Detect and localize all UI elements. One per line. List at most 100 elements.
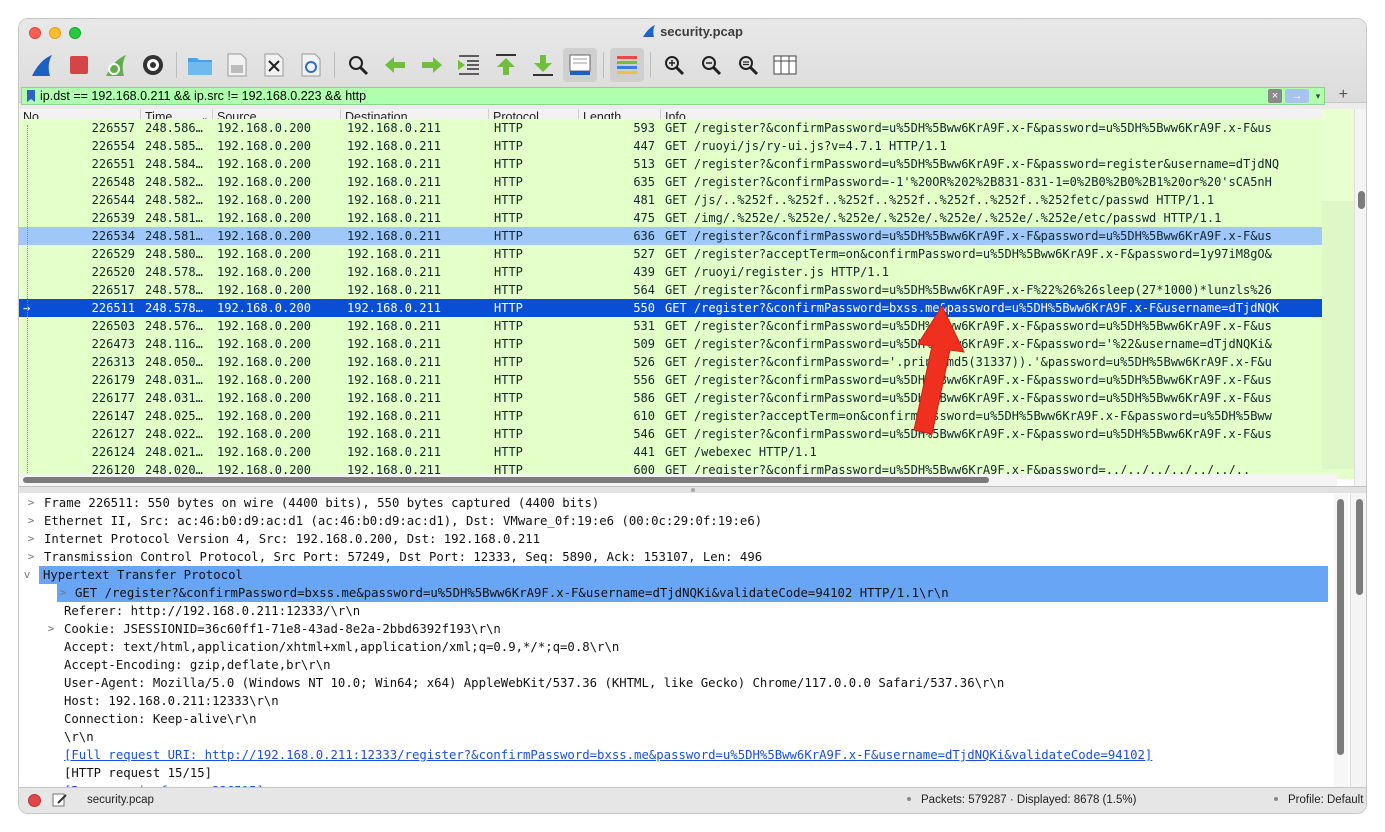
capture-options-button[interactable] xyxy=(136,48,170,82)
collapsed-chevron-right-icon[interactable]: > xyxy=(25,494,37,512)
packet-row[interactable]: 226544 248.582… 192.168.0.200 192.168.0.211… xyxy=(19,191,1366,209)
packet-row[interactable]: 226179 248.031… 192.168.0.200 192.168.0.211… xyxy=(19,371,1366,389)
packet-cell-no: 226511 xyxy=(91,301,135,315)
detail-line[interactable]: > Internet Protocol Version 4, Src: 192.1… xyxy=(19,530,1366,548)
collapsed-chevron-right-icon[interactable]: > xyxy=(25,548,37,566)
resize-columns-icon xyxy=(773,55,797,75)
details-vertical-scrollbar[interactable] xyxy=(1334,493,1348,789)
detail-line[interactable]: User-Agent: Mozilla/5.0 (Windows NT 10.0… xyxy=(19,674,1366,692)
open-file-button[interactable] xyxy=(183,48,217,82)
autoscroll-button[interactable] xyxy=(563,48,597,82)
main-toolbar xyxy=(25,47,805,83)
detail-line[interactable]: > Frame 226511: 550 bytes on wire (4400 b… xyxy=(19,494,1366,512)
go-last-button[interactable] xyxy=(526,48,560,82)
packet-row[interactable]: 226473 248.116… 192.168.0.200 192.168.0.211… xyxy=(19,335,1366,353)
zoom-in-button[interactable] xyxy=(657,48,691,82)
packet-cell-dst: 192.168.0.211 xyxy=(347,445,441,459)
expanded-chevron-down-icon[interactable]: v xyxy=(21,566,33,584)
packet-row[interactable]: 226313 248.050… 192.168.0.200 192.168.0.211… xyxy=(19,353,1366,371)
bookmark-icon[interactable] xyxy=(26,89,36,103)
clear-filter-icon[interactable]: × xyxy=(1268,89,1282,103)
detail-line[interactable]: Accept-Encoding: gzip,deflate,br\r\n xyxy=(19,656,1366,674)
detail-line[interactable]: Accept: text/html,application/xhtml+xml,… xyxy=(19,638,1366,656)
packet-row[interactable]: 226551 248.584… 192.168.0.200 192.168.0.211… xyxy=(19,155,1366,173)
detail-line-text: Hypertext Transfer Protocol xyxy=(43,568,243,582)
add-filter-button-plus-icon[interactable]: + xyxy=(1339,86,1348,104)
zoom-reset-button[interactable] xyxy=(731,48,765,82)
packet-row[interactable]: 226124 248.021… 192.168.0.200 192.168.0.211… xyxy=(19,443,1366,461)
go-first-button[interactable] xyxy=(489,48,523,82)
toolbar-separator xyxy=(176,52,177,78)
packet-cell-len: 635 xyxy=(633,175,655,189)
display-filter-input[interactable] xyxy=(40,88,1268,104)
start-capture-button[interactable] xyxy=(25,48,59,82)
packet-row[interactable]: 226517 248.578… 192.168.0.200 192.168.0.211… xyxy=(19,281,1366,299)
packet-cell-info: GET /register?&confirmPassword=u%5DH%5Bw… xyxy=(665,121,1272,135)
collapsed-chevron-right-icon[interactable]: > xyxy=(45,620,57,638)
packet-row[interactable]: 226554 248.585… 192.168.0.200 192.168.0.211… xyxy=(19,137,1366,155)
detail-line[interactable]: > Ethernet II, Src: ac:46:b0:d9:ac:d1 (ac… xyxy=(19,512,1366,530)
packet-row[interactable]: 226539 248.581… 192.168.0.200 192.168.0.211… xyxy=(19,209,1366,227)
zoom-in-icon xyxy=(665,56,685,76)
zoom-out-icon xyxy=(702,56,722,76)
packet-cell-len: 526 xyxy=(633,355,655,369)
detail-line-text: Transmission Control Protocol, Src Port:… xyxy=(44,550,763,564)
go-forward-button[interactable] xyxy=(415,48,449,82)
go-back-button[interactable] xyxy=(378,48,412,82)
detail-line[interactable]: > Transmission Control Protocol, Src Port… xyxy=(19,548,1366,566)
go-to-packet-icon xyxy=(458,55,479,75)
collapsed-chevron-right-icon[interactable]: > xyxy=(57,584,69,602)
detail-line[interactable]: Referer: http://192.168.0.211:12333/\r\n xyxy=(19,602,1366,620)
packet-list-vertical-scrollbar[interactable] xyxy=(1354,109,1366,486)
packet-rows: 226557 248.586… 192.168.0.200 192.168.0.211… xyxy=(19,119,1366,479)
edit-comment-icon[interactable] xyxy=(52,792,68,808)
packet-row[interactable]: 226127 248.022… 192.168.0.200 192.168.0.211… xyxy=(19,425,1366,443)
packet-row[interactable]: 226534 248.581… 192.168.0.200 192.168.0.211… xyxy=(19,227,1366,245)
apply-filter-icon[interactable]: → xyxy=(1285,89,1309,103)
restart-capture-icon xyxy=(106,55,126,76)
expert-info-led-icon[interactable] xyxy=(28,794,41,807)
packet-row[interactable]: 226529 248.580… 192.168.0.200 192.168.0.211… xyxy=(19,245,1366,263)
reload-file-button[interactable] xyxy=(294,48,328,82)
close-file-button[interactable] xyxy=(257,48,291,82)
go-to-packet-button[interactable] xyxy=(452,48,486,82)
filter-history-chevron-down-icon[interactable]: ▾ xyxy=(1312,91,1324,102)
restart-capture-button[interactable] xyxy=(99,48,133,82)
detail-line[interactable]: Connection: Keep-alive\r\n xyxy=(19,710,1366,728)
detail-line-text: Accept-Encoding: gzip,deflate,br\r\n xyxy=(64,658,331,672)
packet-row[interactable]: 226177 248.031… 192.168.0.200 192.168.0.211… xyxy=(19,389,1366,407)
detail-line[interactable]: \r\n xyxy=(19,728,1366,746)
colorize-button[interactable] xyxy=(610,48,644,82)
packet-row[interactable]: 226520 248.578… 192.168.0.200 192.168.0.211… xyxy=(19,263,1366,281)
stop-capture-button[interactable] xyxy=(62,48,96,82)
zoom-out-button[interactable] xyxy=(694,48,728,82)
detail-line[interactable]: > Cookie: JSESSIONID=36c60ff1-71e8-43ad-8… xyxy=(19,620,1366,638)
packet-cell-dst: 192.168.0.211 xyxy=(347,355,441,369)
detail-line[interactable]: > GET /register?&confirmPassword=bxss.me&… xyxy=(57,584,1328,602)
detail-line[interactable]: [HTTP request 15/15] xyxy=(19,764,1366,782)
bytes-pane-scrollbar[interactable] xyxy=(1350,493,1366,789)
packet-row[interactable]: 226548 248.582… 192.168.0.200 192.168.0.211… xyxy=(19,173,1366,191)
packet-row[interactable]: 226503 248.576… 192.168.0.200 192.168.0.211… xyxy=(19,317,1366,335)
packet-row[interactable]: 226147 248.025… 192.168.0.200 192.168.0.211… xyxy=(19,407,1366,425)
packet-minimap[interactable] xyxy=(1322,109,1354,469)
detail-line[interactable]: [Full request URI: http://192.168.0.211:… xyxy=(19,746,1366,764)
collapsed-chevron-right-icon[interactable]: > xyxy=(25,530,37,548)
packet-row[interactable]: 226557 248.586… 192.168.0.200 192.168.0.211… xyxy=(19,119,1366,137)
packet-row[interactable]: 226511 248.578… 192.168.0.200 192.168.0.211… xyxy=(19,299,1366,317)
find-packet-button[interactable] xyxy=(341,48,375,82)
reload-file-icon xyxy=(301,53,321,77)
save-file-button[interactable] xyxy=(220,48,254,82)
collapsed-chevron-right-icon[interactable]: > xyxy=(25,512,37,530)
detail-line[interactable]: Host: 192.168.0.211:12333\r\n xyxy=(19,692,1366,710)
status-profile[interactable]: Profile: Default xyxy=(1274,794,1363,806)
packet-cell-time: 248.031… xyxy=(145,373,203,387)
packet-cell-proto: HTTP xyxy=(494,337,523,351)
packet-cell-dst: 192.168.0.211 xyxy=(347,157,441,171)
detail-line[interactable]: v Hypertext Transfer Protocol xyxy=(24,566,1328,584)
packet-list-horizontal-scrollbar[interactable] xyxy=(19,474,1337,486)
resize-columns-button[interactable] xyxy=(768,48,802,82)
window-title-text: security.pcap xyxy=(660,24,743,39)
packet-cell-no: 226177 xyxy=(91,391,135,405)
detail-line-text: Accept: text/html,application/xhtml+xml,… xyxy=(64,640,620,654)
